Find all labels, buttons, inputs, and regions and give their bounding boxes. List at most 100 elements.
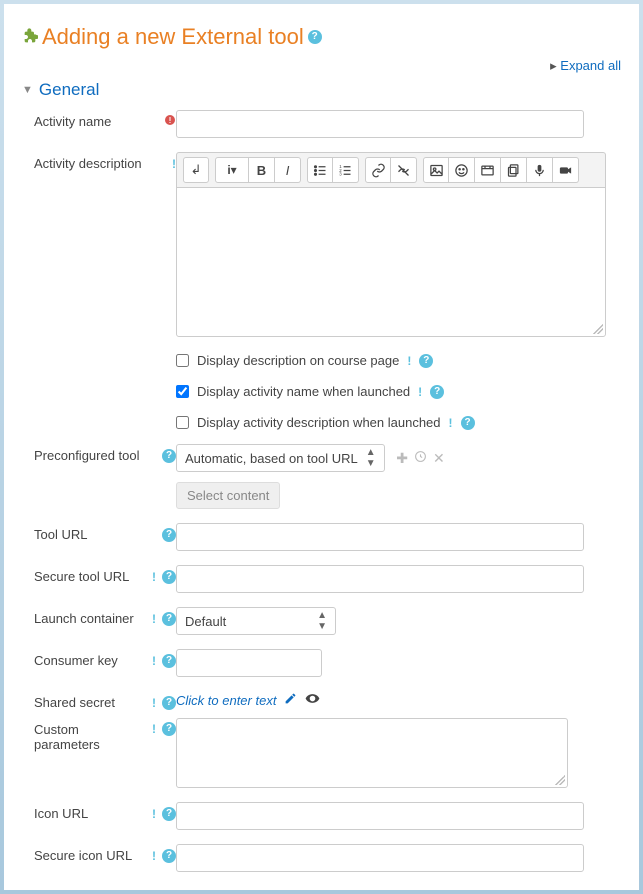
label-icon-url: Icon URL ! ? — [22, 802, 176, 821]
help-icon[interactable]: ? — [461, 416, 475, 430]
help-icon[interactable]: ? — [162, 849, 176, 863]
label-preconfigured-tool: Preconfigured tool ? — [22, 444, 176, 463]
help-icon[interactable]: ? — [162, 612, 176, 626]
secure-tool-url-input[interactable] — [176, 565, 584, 593]
row-launch-container: Launch container ! ? Default ▲▼ — [22, 607, 621, 635]
label-launch-container: Launch container ! ? — [22, 607, 176, 626]
tool-url-input[interactable] — [176, 523, 584, 551]
toolbar-media-icon[interactable] — [475, 157, 501, 183]
required-icon — [164, 114, 176, 129]
toolbar-emoji-icon[interactable] — [449, 157, 475, 183]
advanced-icon: ! — [152, 722, 156, 736]
label-text: Tool URL — [34, 527, 87, 542]
row-preconfigured-tool: Preconfigured tool ? Automatic, based on… — [22, 444, 621, 509]
row-secure-tool-url: Secure tool URL ! ? — [22, 565, 621, 593]
toolbar-link-icon[interactable] — [365, 157, 391, 183]
consumer-key-input[interactable] — [176, 649, 322, 677]
preconfigured-tool-select[interactable]: Automatic, based on tool URL ▲▼ — [176, 444, 385, 472]
toolbar-unlink-icon[interactable] — [391, 157, 417, 183]
help-icon[interactable]: ? — [162, 722, 176, 736]
help-icon[interactable]: ? — [162, 570, 176, 584]
label-text: Consumer key — [34, 653, 118, 668]
row-secure-icon-url: Secure icon URL ! ? — [22, 844, 621, 872]
check-display-desc-course: Display description on course page ! ? — [176, 353, 621, 368]
expand-all-link[interactable]: Expand all — [22, 58, 621, 74]
label-text: Custom parameters — [34, 722, 114, 752]
form-page: Adding a new External tool ? Expand all … — [4, 4, 639, 890]
check-display-desc-launched: Display activity description when launch… — [176, 415, 621, 430]
label-shared-secret: Shared secret ! ? — [22, 691, 176, 710]
shared-secret-link[interactable]: Click to enter text — [176, 691, 320, 709]
help-icon[interactable]: ? — [308, 30, 322, 44]
help-icon[interactable]: ? — [430, 385, 444, 399]
checkbox-label: Display description on course page — [197, 353, 399, 368]
editor-toolbar: ↲ i ▾ B I 123 — [176, 152, 606, 187]
icon-url-input[interactable] — [176, 802, 584, 830]
toolbar-files-icon[interactable] — [501, 157, 527, 183]
shared-secret-text: Click to enter text — [176, 693, 276, 708]
toolbar-italic-icon[interactable]: I — [275, 157, 301, 183]
toolbar-styles-icon[interactable]: i ▾ — [215, 157, 249, 183]
label-secure-icon-url: Secure icon URL ! ? — [22, 844, 176, 863]
toolbar-bold-icon[interactable]: B — [249, 157, 275, 183]
activity-description-editor[interactable] — [176, 187, 606, 337]
label-text: Activity name — [34, 114, 111, 129]
advanced-icon: ! — [449, 416, 453, 430]
label-text: Secure icon URL — [34, 848, 132, 863]
checkbox-label: Display activity name when launched — [197, 384, 410, 399]
advanced-icon: ! — [152, 807, 156, 821]
puzzle-icon — [22, 27, 38, 48]
label-activity-description: Activity description ! — [22, 152, 176, 171]
advanced-icon: ! — [152, 654, 156, 668]
label-secure-tool-url: Secure tool URL ! ? — [22, 565, 176, 584]
toolbar-ol-icon[interactable]: 123 — [333, 157, 359, 183]
svg-text:3: 3 — [339, 171, 342, 176]
select-value: Default — [185, 614, 226, 629]
checkbox-display-desc-course[interactable] — [176, 354, 189, 367]
pencil-icon — [284, 692, 297, 708]
label-activity-name: Activity name — [22, 110, 176, 129]
select-content-button[interactable]: Select content — [176, 482, 280, 509]
secure-icon-url-input[interactable] — [176, 844, 584, 872]
label-consumer-key: Consumer key ! ? — [22, 649, 176, 668]
toolbar-ul-icon[interactable] — [307, 157, 333, 183]
label-text: Launch container — [34, 611, 134, 626]
toolbar-video-icon[interactable] — [553, 157, 579, 183]
checkbox-display-desc-launched[interactable] — [176, 416, 189, 429]
row-shared-secret: Shared secret ! ? Click to enter text — [22, 691, 621, 710]
label-tool-url: Tool URL ? — [22, 523, 176, 542]
row-icon-url: Icon URL ! ? — [22, 802, 621, 830]
select-value: Automatic, based on tool URL — [185, 451, 358, 466]
row-tool-url: Tool URL ? — [22, 523, 621, 551]
help-icon[interactable]: ? — [162, 449, 176, 463]
row-activity-name: Activity name — [22, 110, 621, 138]
delete-tool-icon[interactable]: ✕ — [433, 450, 445, 467]
help-icon[interactable]: ? — [162, 696, 176, 710]
page-title-text: Adding a new External tool — [42, 24, 304, 50]
add-tool-icon[interactable]: ✚ — [396, 450, 408, 467]
toolbar-image-icon[interactable] — [423, 157, 449, 183]
row-activity-description: Activity description ! ↲ i ▾ B I 123 — [22, 152, 621, 430]
check-display-name-launched: Display activity name when launched ! ? — [176, 384, 621, 399]
help-icon[interactable]: ? — [419, 354, 433, 368]
advanced-icon: ! — [152, 696, 156, 710]
help-icon[interactable]: ? — [162, 654, 176, 668]
toolbar-mic-icon[interactable] — [527, 157, 553, 183]
activity-name-input[interactable] — [176, 110, 584, 138]
help-icon[interactable]: ? — [162, 807, 176, 821]
help-icon[interactable]: ? — [162, 528, 176, 542]
chevron-updown-icon: ▲▼ — [366, 447, 376, 469]
launch-container-select[interactable]: Default ▲▼ — [176, 607, 336, 635]
section-general-label: General — [39, 80, 99, 100]
advanced-icon: ! — [418, 385, 422, 399]
custom-parameters-textarea[interactable] — [176, 718, 568, 788]
label-text: Preconfigured tool — [34, 448, 140, 463]
checkbox-display-name-launched[interactable] — [176, 385, 189, 398]
checkbox-label: Display activity description when launch… — [197, 415, 441, 430]
eye-icon[interactable] — [305, 691, 320, 709]
label-text: Activity description — [34, 156, 142, 171]
section-general[interactable]: ▼ General — [22, 80, 621, 100]
label-text: Secure tool URL — [34, 569, 129, 584]
edit-tool-icon[interactable] — [414, 450, 427, 466]
toolbar-toggle-icon[interactable]: ↲ — [183, 157, 209, 183]
